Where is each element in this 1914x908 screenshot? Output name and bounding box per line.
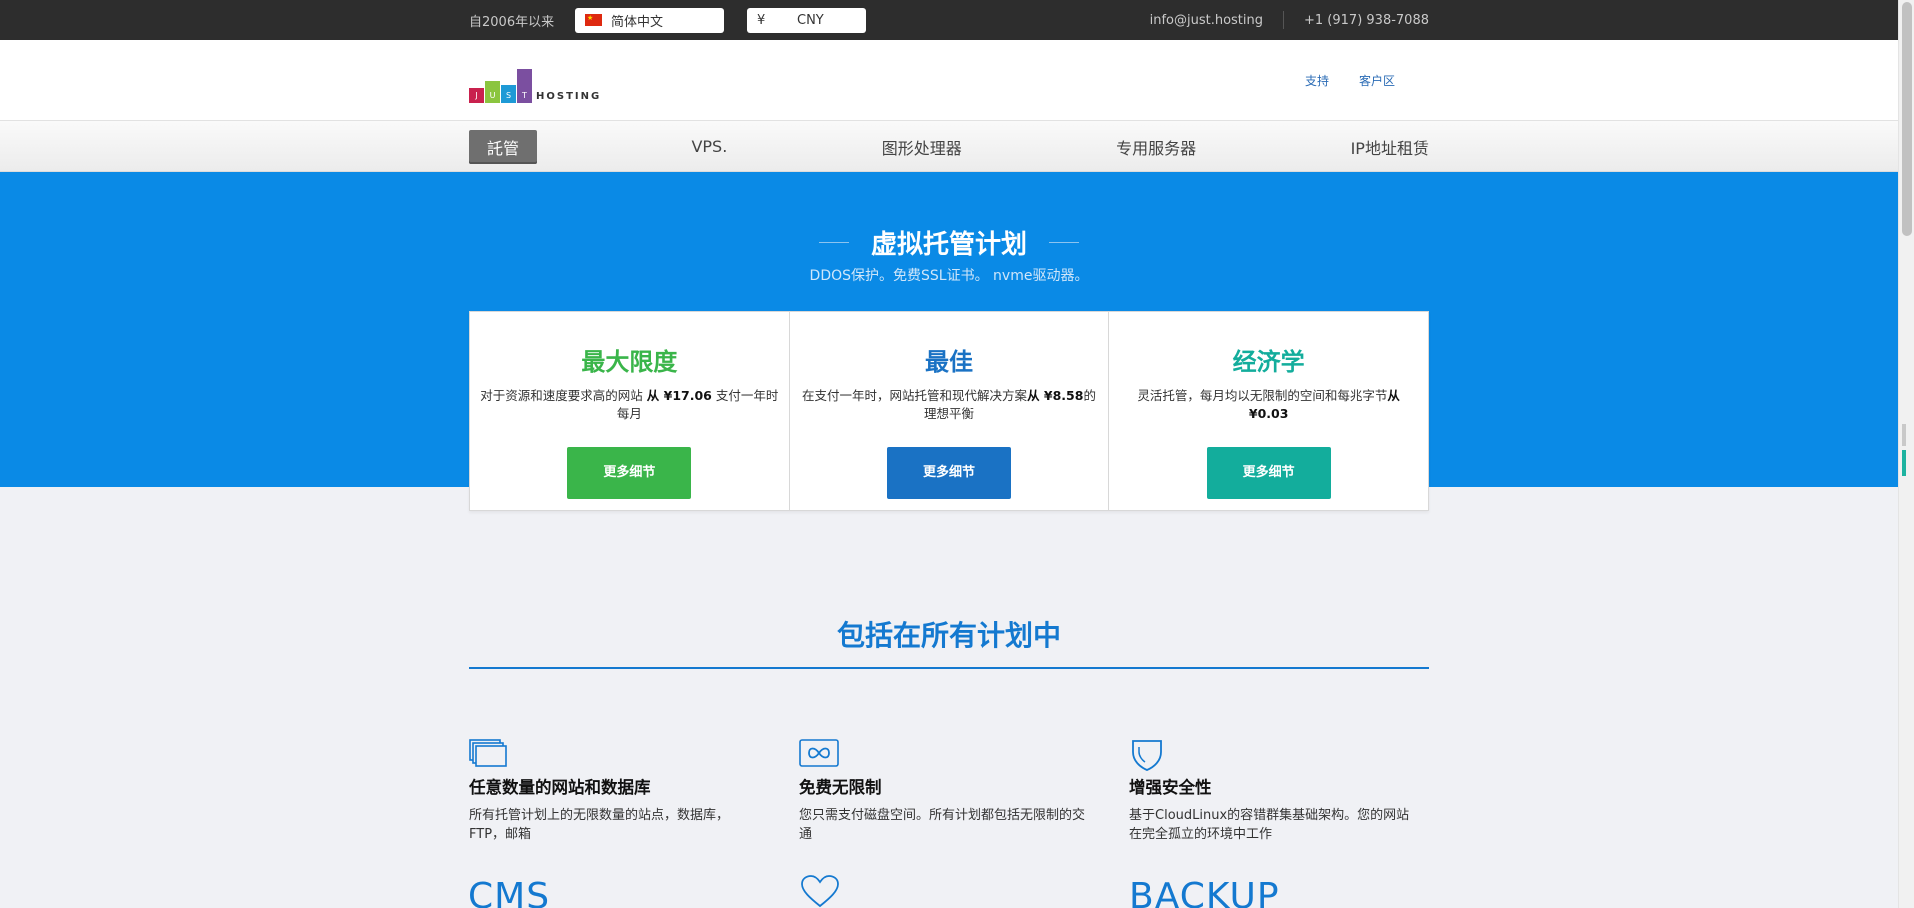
plan-description: 在支付一年时，网站托管和现代解决方案从 ¥8.58的理想平衡 bbox=[800, 387, 1099, 437]
currency-symbol: ¥ bbox=[757, 12, 766, 28]
feature-item: 增强安全性 基于CloudLinux的容错群集基础架构。您的网站在完全孤立的环境… bbox=[1129, 738, 1419, 844]
included-title: 包括在所有计划中 bbox=[836, 619, 1061, 652]
feature-description: 所有托管计划上的无限数量的站点，数据库，FTP，邮箱 bbox=[469, 808, 730, 842]
support-link[interactable]: 支持 bbox=[1305, 72, 1329, 89]
feature-title: 任意数量的网站和数据库 bbox=[469, 778, 651, 797]
monitors-icon bbox=[469, 738, 759, 774]
more-details-button[interactable]: 更多细节 bbox=[1206, 447, 1331, 499]
logo-letter-u: U bbox=[489, 90, 496, 100]
hero-subtitle: DDOS保护。免费SSL证书。 nvme驱动器。 bbox=[809, 268, 1089, 284]
plan-desc-text: 对于资源和速度要求高的网站 bbox=[480, 388, 647, 403]
plan-desc-text: 在支付一年时，网站托管和现代解决方案 bbox=[802, 388, 1028, 403]
since-text: 自2006年以来 bbox=[469, 14, 555, 30]
plan-card-optimal: 最佳 在支付一年时，网站托管和现代解决方案从 ¥8.58的理想平衡 更多细节 bbox=[790, 312, 1110, 510]
logo-letter-s: S bbox=[505, 90, 512, 100]
page-scrollbar[interactable] bbox=[1898, 0, 1914, 908]
top-divider bbox=[1283, 11, 1285, 29]
top-bar: 自2006年以来 简体中文 ¥ CNY info@just.hosting +1… bbox=[0, 0, 1914, 40]
plan-name: 经济学 bbox=[1232, 348, 1305, 376]
feature-title: 增强安全性 bbox=[1129, 778, 1212, 797]
plan-description: 灵活托管，每月均以无限制的空间和每兆字节从 ¥0.03 bbox=[1119, 387, 1418, 437]
plan-desc-text: 灵活托管，每月均以无限制的空间和每兆字节 bbox=[1137, 388, 1388, 403]
feature-title: 免费无限制 bbox=[799, 778, 882, 797]
nav-hosting[interactable]: 託管 bbox=[469, 129, 538, 164]
scroll-marker bbox=[1902, 424, 1906, 446]
nav-gpu[interactable]: 图形处理器 bbox=[882, 135, 962, 159]
currency-value: CNY bbox=[797, 12, 824, 28]
included-underline bbox=[469, 667, 1429, 669]
cms-heading: CMS bbox=[468, 876, 551, 908]
plan-card-economy: 经济学 灵活托管，每月均以无限制的空间和每兆字节从 ¥0.03 更多细节 bbox=[1109, 312, 1428, 510]
plan-description: 对于资源和速度要求高的网站 从 ¥17.06 支付一年时每月 bbox=[480, 387, 779, 437]
plan-name: 最大限度 bbox=[581, 348, 678, 376]
nav-dedicated[interactable]: 专用服务器 bbox=[1116, 135, 1196, 159]
logo-letter-j: J bbox=[475, 90, 478, 100]
language-value: 简体中文 bbox=[611, 14, 664, 30]
title-line-right bbox=[1049, 242, 1079, 243]
hero-title: 虚拟托管计划 bbox=[870, 230, 1027, 260]
plan-price: 从 ¥8.58 bbox=[1027, 388, 1084, 403]
just-hosting-logo[interactable]: J U S T HOSTING bbox=[469, 63, 601, 103]
heart-icon bbox=[800, 875, 840, 908]
feature-description: 您只需支付磁盘空间。所有计划都包括无限制的交通 bbox=[799, 808, 1086, 842]
feature-item: 任意数量的网站和数据库 所有托管计划上的无限数量的站点，数据库，FTP，邮箱 bbox=[469, 738, 759, 844]
plan-price: 从 ¥17.06 bbox=[646, 388, 712, 403]
plan-card-maximum: 最大限度 对于资源和速度要求高的网站 从 ¥17.06 支付一年时每月 更多细节 bbox=[470, 312, 790, 510]
email-link[interactable]: info@just.hosting bbox=[1150, 13, 1263, 28]
plans-panel: 最大限度 对于资源和速度要求高的网站 从 ¥17.06 支付一年时每月 更多细节… bbox=[469, 311, 1429, 511]
feature-item: 免费无限制 您只需支付磁盘空间。所有计划都包括无限制的交通 bbox=[799, 738, 1089, 844]
feature-description: 基于CloudLinux的容错群集基础架构。您的网站在完全孤立的环境中工作 bbox=[1129, 808, 1410, 842]
shield-icon bbox=[1129, 738, 1419, 774]
nav-vps[interactable]: VPS. bbox=[691, 137, 727, 156]
language-select[interactable]: 简体中文 bbox=[575, 7, 724, 33]
client-area-link[interactable]: 客户区 bbox=[1359, 72, 1395, 89]
infinity-icon bbox=[799, 738, 1089, 774]
main-nav: 託管 VPS. 图形处理器 专用服务器 IP地址租赁 bbox=[0, 121, 1914, 172]
china-flag-icon bbox=[585, 14, 602, 26]
nav-ip-rental[interactable]: IP地址租赁 bbox=[1351, 135, 1429, 159]
phone-link[interactable]: +1 (917) 938-7088 bbox=[1304, 13, 1429, 28]
more-details-button[interactable]: 更多细节 bbox=[567, 447, 692, 499]
currency-select[interactable]: ¥ CNY bbox=[747, 7, 866, 33]
scroll-marker-highlight bbox=[1902, 450, 1906, 476]
backup-heading: BACKUP bbox=[1129, 876, 1280, 908]
site-header: J U S T HOSTING 支持 客户区 bbox=[0, 40, 1914, 121]
title-line-left bbox=[818, 242, 849, 243]
logo-text: HOSTING bbox=[536, 90, 602, 102]
scrollbar-thumb[interactable] bbox=[1902, 2, 1912, 236]
plan-name: 最佳 bbox=[925, 348, 973, 376]
logo-letter-t: T bbox=[522, 90, 527, 100]
more-details-button[interactable]: 更多细节 bbox=[887, 447, 1011, 499]
